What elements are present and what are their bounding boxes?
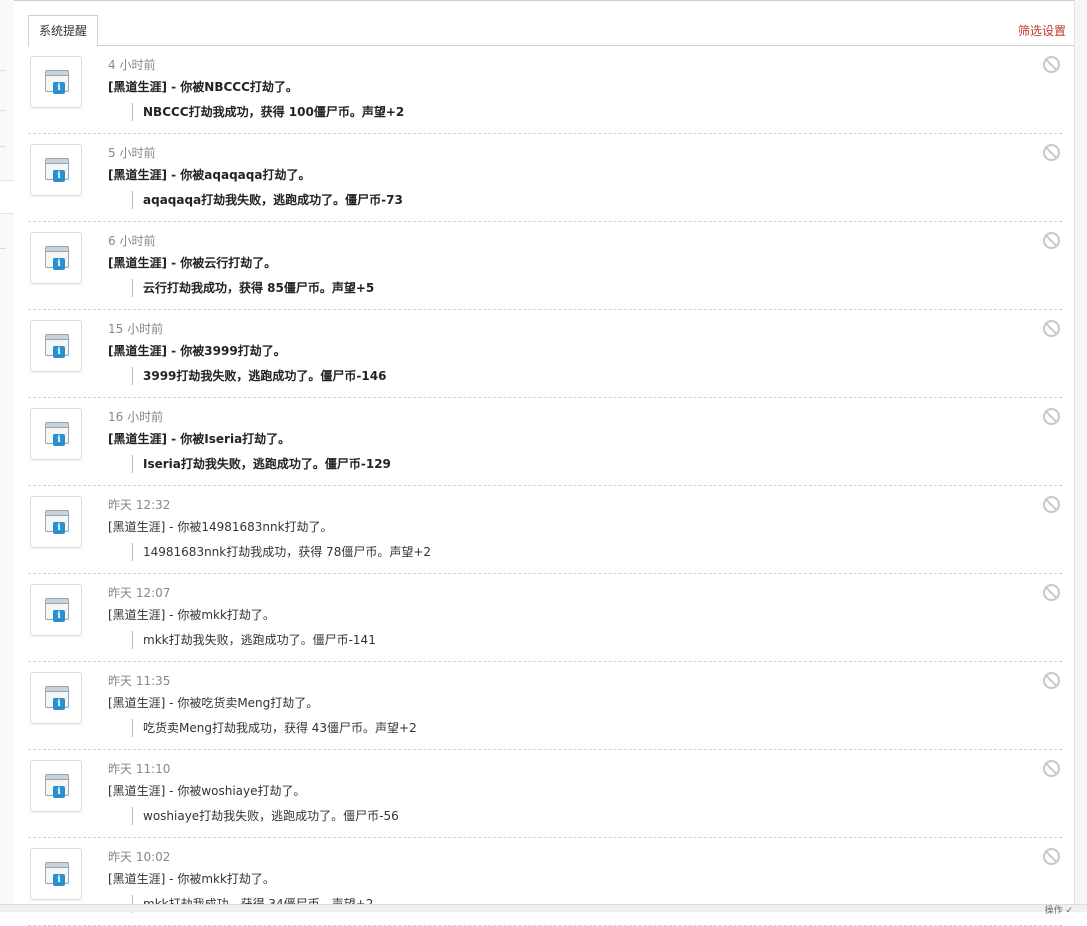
info-icon: i [53, 434, 65, 446]
notice-detail: 吃货卖Meng打劫我成功，获得 43僵尸币。声望+2 [132, 719, 417, 737]
tab-system-notices[interactable]: 系统提醒 [28, 15, 99, 47]
notice-avatar[interactable]: i [30, 848, 82, 900]
ignore-icon[interactable] [1043, 408, 1060, 425]
info-icon: i [53, 170, 65, 182]
notice-time: 昨天 12:07 [108, 586, 171, 600]
notice-time: 昨天 11:10 [108, 762, 171, 776]
notice-time: 15 小时前 [108, 322, 164, 336]
notice-avatar[interactable]: i [30, 56, 82, 108]
sidebar-divider [0, 70, 6, 71]
notice-detail: NBCCC打劫我成功，获得 100僵尸币。声望+2 [132, 103, 404, 121]
notice-avatar[interactable]: i [30, 144, 82, 196]
notice-time: 4 小时前 [108, 58, 156, 72]
notice-time: 昨天 10:02 [108, 850, 171, 864]
ignore-icon[interactable] [1043, 320, 1060, 337]
notice-item: i 5 小时前 [黑道生涯] - 你被aqaqaqa打劫了。 aqaqaqa打劫我失败… [28, 134, 1062, 222]
notice-detail: woshiaye打劫我失败，逃跑成功了。僵尸币-56 [132, 807, 399, 825]
ignore-icon[interactable] [1043, 848, 1060, 865]
notice-item: i 昨天 12:07 [黑道生涯] - 你被mkk打劫了。 mkk打劫我失败，逃跑成功… [28, 574, 1062, 662]
notice-title: [黑道生涯] - 你被3999打劫了。 [108, 344, 286, 358]
notice-list: i 4 小时前 [黑道生涯] - 你被NBCCC打劫了。 NBCCC打劫我成功，获得 … [28, 46, 1062, 926]
notice-item: i 昨天 12:32 [黑道生涯] - 你被14981683nnk打劫了。 14981… [28, 486, 1062, 574]
filter-settings-link[interactable]: 筛选设置 [1018, 22, 1066, 39]
notice-time: 16 小时前 [108, 410, 164, 424]
notice-item: i 6 小时前 [黑道生涯] - 你被云行打劫了。云行打劫我成功，获得 85僵尸币。… [28, 222, 1062, 310]
info-icon: i [53, 786, 65, 798]
info-icon: i [53, 346, 65, 358]
info-icon: i [53, 82, 65, 94]
vertical-scrollbar[interactable] [1074, 0, 1087, 912]
notice-avatar[interactable]: i [30, 320, 82, 372]
notice-detail: mkk打劫我失败，逃跑成功了。僵尸币-141 [132, 631, 376, 649]
notice-detail: 14981683nnk打劫我成功，获得 78僵尸币。声望+2 [132, 543, 431, 561]
info-icon: i [53, 258, 65, 270]
sidebar-selected-item[interactable] [0, 180, 14, 214]
notice-title: [黑道生涯] - 你被NBCCC打劫了。 [108, 80, 298, 94]
notice-avatar[interactable]: i [30, 408, 82, 460]
ignore-icon[interactable] [1043, 56, 1060, 73]
info-icon: i [53, 874, 65, 886]
notice-time: 5 小时前 [108, 146, 156, 160]
notice-time: 昨天 12:32 [108, 498, 171, 512]
notice-title: [黑道生涯] - 你被woshiaye打劫了。 [108, 784, 306, 798]
notice-title: [黑道生涯] - 你被aqaqaqa打劫了。 [108, 168, 311, 182]
ignore-icon[interactable] [1043, 232, 1060, 249]
sidebar-divider [0, 110, 6, 111]
ignore-icon[interactable] [1043, 584, 1060, 601]
info-icon: i [53, 698, 65, 710]
info-icon: i [53, 610, 65, 622]
sidebar-divider [0, 248, 6, 249]
notice-avatar[interactable]: i [30, 760, 82, 812]
notice-detail: aqaqaqa打劫我失败，逃跑成功了。僵尸币-73 [132, 191, 403, 209]
notice-title: [黑道生涯] - 你被吃货卖Meng打劫了。 [108, 696, 319, 710]
ignore-icon[interactable] [1043, 672, 1060, 689]
sidebar-divider [0, 146, 6, 147]
notice-avatar[interactable]: i [30, 584, 82, 636]
ignore-icon[interactable] [1043, 144, 1060, 161]
status-bar: 操作 ✓ [0, 904, 1087, 916]
notice-avatar[interactable]: i [30, 496, 82, 548]
notice-time: 昨天 11:35 [108, 674, 171, 688]
notice-item: i 昨天 11:10 [黑道生涯] - 你被woshiaye打劫了。 woshiaye… [28, 750, 1062, 838]
notice-title: [黑道生涯] - 你被mkk打劫了。 [108, 608, 275, 622]
notice-detail: 3999打劫我失败，逃跑成功了。僵尸币-146 [132, 367, 386, 385]
notice-item: i昨天 10:02[黑道生涯] - 你被mkk打劫了。mkk打劫我成功，获得 3… [28, 838, 1062, 926]
notice-title: [黑道生涯] - 你被mkk打劫了。 [108, 872, 275, 886]
notice-title: [黑道生涯] - 你被云行打劫了。 [108, 256, 277, 270]
notice-detail: 云行打劫我成功，获得 85僵尸币。声望+5 [132, 279, 374, 297]
ignore-icon[interactable] [1043, 760, 1060, 777]
ignore-icon[interactable] [1043, 496, 1060, 513]
left-sidebar-edge [0, 0, 15, 912]
status-hint: 操作 ✓ [1044, 906, 1073, 916]
notice-avatar[interactable]: i [30, 232, 82, 284]
notice-avatar[interactable]: i [30, 672, 82, 724]
notice-item: i 4 小时前 [黑道生涯] - 你被NBCCC打劫了。 NBCCC打劫我成功，获得 … [28, 46, 1062, 134]
notice-item: i 昨天 11:35 [黑道生涯] - 你被吃货卖Meng打劫了。吃货卖Meng打劫… [28, 662, 1062, 750]
notice-time: 6 小时前 [108, 234, 156, 248]
tab-bar: 系统提醒 筛选设置 [28, 15, 1076, 47]
info-icon: i [53, 522, 65, 534]
notice-item: i 16 小时前 [黑道生涯] - 你被Iseria打劫了。 Iseria打劫我失败，… [28, 398, 1062, 486]
notice-item: i 15 小时前 [黑道生涯] - 你被3999打劫了。 3999打劫我失败，逃跑成功… [28, 310, 1062, 398]
notice-title: [黑道生涯] - 你被14981683nnk打劫了。 [108, 520, 333, 534]
notice-title: [黑道生涯] - 你被Iseria打劫了。 [108, 432, 291, 446]
notice-detail: Iseria打劫我失败，逃跑成功了。僵尸币-129 [132, 455, 391, 473]
